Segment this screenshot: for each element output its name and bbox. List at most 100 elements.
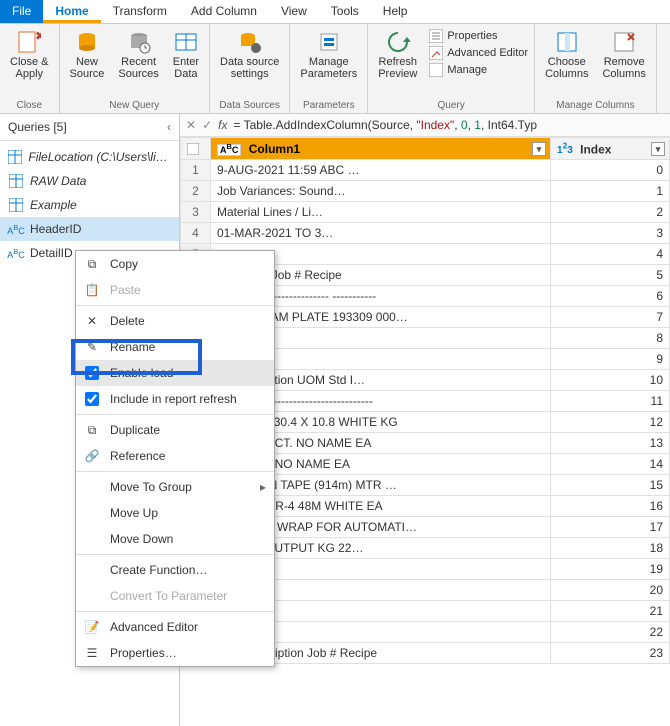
cell-index[interactable]: 20	[551, 580, 670, 601]
enter-data-button[interactable]: Enter Data	[167, 28, 205, 82]
list-icon	[429, 29, 443, 43]
table-row[interactable]: 19-AUG-2021 11:59 ABC …0	[181, 160, 670, 181]
properties-button[interactable]: Properties	[427, 28, 530, 44]
check-formula-icon[interactable]: ✓	[202, 118, 212, 132]
column-filter-icon[interactable]: ▾	[532, 142, 546, 156]
cell-index[interactable]: 21	[551, 601, 670, 622]
cell-index[interactable]: 1	[551, 181, 670, 202]
editor-icon: 📝	[84, 619, 100, 635]
cell-col1[interactable]: 01-MAR-2021 TO 3…	[211, 223, 551, 244]
close-apply-button[interactable]: ✖ Close & Apply	[4, 28, 55, 82]
ctx-create-function[interactable]: Create Function…	[76, 557, 274, 583]
query-item[interactable]: ABC HeaderID	[0, 217, 179, 241]
cell-index[interactable]: 6	[551, 286, 670, 307]
formula-bar[interactable]: ✕ ✓ fx = Table.AddIndexColumn(Source, "I…	[180, 114, 670, 137]
ribbon-group-parameters-label: Parameters	[294, 98, 363, 113]
cell-index[interactable]: 12	[551, 412, 670, 433]
cell-index[interactable]: 14	[551, 454, 670, 475]
column-filter-icon[interactable]: ▾	[651, 142, 665, 156]
manage-parameters-button[interactable]: Manage Parameters	[294, 28, 363, 82]
ribbon-group-managecolumns-label: Manage Columns	[539, 98, 652, 113]
cell-index[interactable]: 3	[551, 223, 670, 244]
context-menu: ⧉ Copy 📋 Paste ✕ Delete ✎ Rename Enable …	[75, 250, 275, 667]
choose-columns-icon	[555, 30, 579, 54]
cell-index[interactable]: 17	[551, 517, 670, 538]
menu-tab-tools[interactable]: Tools	[319, 0, 371, 23]
cell-index[interactable]: 0	[551, 160, 670, 181]
ctx-reference[interactable]: 🔗 Reference	[76, 443, 274, 469]
ctx-rename[interactable]: ✎ Rename	[76, 334, 274, 360]
new-source-button[interactable]: New Source	[64, 28, 111, 82]
ctx-move-group[interactable]: Move To Group ▸	[76, 474, 274, 500]
ctx-copy[interactable]: ⧉ Copy	[76, 251, 274, 277]
refresh-icon	[386, 30, 410, 54]
remove-columns-icon	[612, 30, 636, 54]
fx-icon[interactable]: fx	[218, 118, 227, 132]
ctx-advanced-editor[interactable]: 📝 Advanced Editor	[76, 614, 274, 640]
cell-index[interactable]: 15	[551, 475, 670, 496]
row-number[interactable]: 2	[181, 181, 211, 202]
query-item-label: Example	[30, 198, 77, 212]
refresh-preview-button[interactable]: Refresh Preview	[372, 28, 423, 82]
ctx-move-down[interactable]: Move Down	[76, 526, 274, 552]
cell-index[interactable]: 16	[551, 496, 670, 517]
table-icon	[8, 149, 22, 165]
data-source-settings-button[interactable]: Data source settings	[214, 28, 285, 82]
cell-index[interactable]: 19	[551, 559, 670, 580]
row-number[interactable]: 4	[181, 223, 211, 244]
cell-col1[interactable]: Material Lines / Li…	[211, 202, 551, 223]
row-number[interactable]: 1	[181, 160, 211, 181]
cell-index[interactable]: 22	[551, 622, 670, 643]
query-item[interactable]: RAW Data	[0, 169, 179, 193]
manage-button[interactable]: Manage	[427, 62, 530, 78]
choose-columns-button[interactable]: Choose Columns	[539, 28, 594, 82]
table-row[interactable]: 3Material Lines / Li…2	[181, 202, 670, 223]
ctx-enable-load[interactable]: Enable load	[76, 360, 274, 386]
column-header-1[interactable]: ABC Column1 ▾	[211, 138, 551, 160]
menu-tab-home[interactable]: Home	[43, 0, 100, 23]
cell-index[interactable]: 4	[551, 244, 670, 265]
close-formula-icon[interactable]: ✕	[186, 118, 196, 132]
abc-icon: ABC	[8, 245, 24, 261]
formula-text: = Table.AddIndexColumn(Source, "Index", …	[233, 118, 537, 132]
query-item-label: HeaderID	[30, 222, 81, 236]
advanced-editor-button[interactable]: Advanced Editor	[427, 45, 530, 61]
cell-index[interactable]: 23	[551, 643, 670, 664]
svg-text:✖: ✖	[35, 30, 41, 43]
menu-tab-addcolumn[interactable]: Add Column	[179, 0, 269, 23]
cell-index[interactable]: 18	[551, 538, 670, 559]
ctx-properties[interactable]: ☰ Properties…	[76, 640, 274, 666]
ctx-move-up[interactable]: Move Up	[76, 500, 274, 526]
close-apply-icon: ✖	[17, 30, 41, 54]
copy-icon: ⧉	[84, 256, 100, 272]
recent-sources-button[interactable]: Recent Sources	[112, 28, 164, 82]
cell-col1[interactable]: Job Variances: Sound…	[211, 181, 551, 202]
cell-index[interactable]: 13	[551, 433, 670, 454]
cell-index[interactable]: 8	[551, 328, 670, 349]
ctx-delete[interactable]: ✕ Delete	[76, 308, 274, 334]
cell-index[interactable]: 7	[551, 307, 670, 328]
ctx-include-refresh[interactable]: Include in report refresh	[76, 386, 274, 412]
ctx-duplicate[interactable]: ⧉ Duplicate	[76, 417, 274, 443]
rename-icon: ✎	[84, 339, 100, 355]
cell-index[interactable]: 2	[551, 202, 670, 223]
abc-icon: ABC	[8, 221, 24, 237]
row-number[interactable]: 3	[181, 202, 211, 223]
table-row[interactable]: 401-MAR-2021 TO 3…3	[181, 223, 670, 244]
menu-tab-transform[interactable]: Transform	[101, 0, 179, 23]
column-header-2[interactable]: 123 Index ▾	[551, 138, 670, 160]
cell-index[interactable]: 9	[551, 349, 670, 370]
menu-tab-help[interactable]: Help	[371, 0, 420, 23]
menu-tab-view[interactable]: View	[269, 0, 319, 23]
corner-cell[interactable]	[181, 138, 211, 160]
table-row[interactable]: 2Job Variances: Sound…1	[181, 181, 670, 202]
cell-index[interactable]: 5	[551, 265, 670, 286]
cell-col1[interactable]: 9-AUG-2021 11:59 ABC …	[211, 160, 551, 181]
remove-columns-button[interactable]: Remove Columns	[596, 28, 651, 82]
query-item[interactable]: Example	[0, 193, 179, 217]
cell-index[interactable]: 11	[551, 391, 670, 412]
query-item[interactable]: FileLocation (C:\Users\lisde…	[0, 145, 179, 169]
collapse-icon[interactable]: ‹	[167, 120, 171, 134]
menu-file[interactable]: File	[0, 0, 43, 23]
cell-index[interactable]: 10	[551, 370, 670, 391]
